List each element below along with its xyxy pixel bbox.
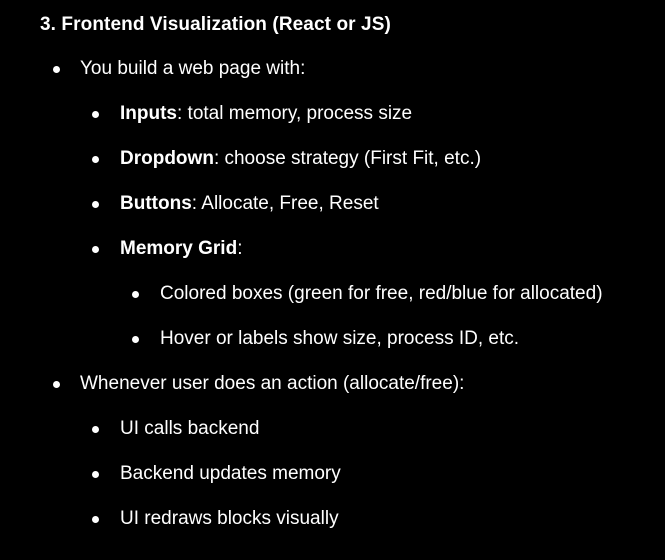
list-item-description: : choose strategy (First Fit, etc.) bbox=[213, 148, 482, 169]
list-item-text: Colored boxes (green for free, red/blue … bbox=[160, 283, 603, 304]
list-item-description: : total memory, process size bbox=[177, 103, 413, 124]
section-heading: 3. Frontend Visualization (React or JS) bbox=[40, 14, 391, 35]
list-item-text: UI redraws blocks visually bbox=[120, 508, 339, 529]
list-item-text: Buttons: Allocate, Free, Reset bbox=[120, 191, 379, 217]
bullet-icon bbox=[92, 516, 99, 523]
list-item-label: Inputs bbox=[120, 103, 177, 124]
bullet-icon bbox=[92, 111, 99, 118]
list-item-text: Dropdown: choose strategy (First Fit, et… bbox=[120, 146, 481, 172]
bullet-icon bbox=[132, 336, 139, 343]
list-item-text: Inputs: total memory, process size bbox=[120, 101, 412, 127]
list-item-description: : bbox=[237, 238, 243, 259]
bullet-icon bbox=[92, 201, 99, 208]
list-item-text: Backend updates memory bbox=[120, 463, 341, 484]
list-item-description: : Allocate, Free, Reset bbox=[191, 193, 379, 214]
list-item-text: Memory Grid: bbox=[120, 236, 242, 262]
bullet-icon bbox=[92, 426, 99, 433]
list-item-text: UI calls backend bbox=[120, 418, 260, 439]
list-item-label: Dropdown bbox=[120, 148, 214, 169]
bullet-icon bbox=[53, 66, 60, 73]
bullet-icon bbox=[132, 291, 139, 298]
bullet-icon bbox=[92, 471, 99, 478]
list-item-text: Whenever user does an action (allocate/f… bbox=[80, 373, 465, 394]
list-item-label: Buttons bbox=[120, 193, 192, 214]
bullet-icon bbox=[92, 156, 99, 163]
list-item-text: Hover or labels show size, process ID, e… bbox=[160, 328, 520, 349]
bullet-icon bbox=[92, 246, 99, 253]
list-item-label: Memory Grid bbox=[120, 238, 238, 259]
bullet-icon bbox=[53, 381, 60, 388]
list-item-text: You build a web page with: bbox=[80, 58, 306, 79]
